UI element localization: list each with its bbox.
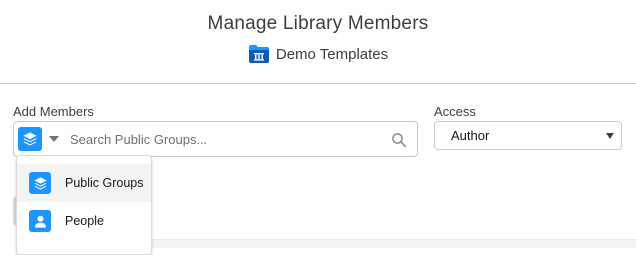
search-icon [391, 132, 407, 148]
public-groups-icon [18, 127, 42, 151]
member-type-picker[interactable] [18, 126, 64, 152]
dropdown-item-public-groups[interactable]: Public Groups [17, 164, 151, 202]
add-members-label: Add Members [13, 104, 94, 119]
access-value: Author [451, 128, 490, 143]
member-type-dropdown: Public Groups People [16, 155, 152, 255]
access-select[interactable]: Author [434, 121, 622, 150]
library-name: Demo Templates [275, 45, 389, 63]
add-members-combobox [13, 121, 418, 157]
dropdown-item-people[interactable]: People [17, 202, 151, 240]
dropdown-item-label: Public Groups [65, 176, 144, 190]
page-title: Manage Library Members [207, 13, 429, 34]
chevron-down-icon [606, 133, 614, 139]
library-folder-icon [248, 44, 270, 64]
dropdown-item-label: People [65, 214, 104, 228]
access-label: Access [434, 104, 476, 119]
public-groups-icon [29, 172, 51, 194]
person-icon [29, 210, 51, 232]
modal-header: Manage Library Members Demo Templates [0, 0, 636, 84]
search-input[interactable] [70, 128, 370, 150]
library-subtitle: Demo Templates [0, 44, 636, 68]
chevron-down-icon [49, 136, 59, 142]
